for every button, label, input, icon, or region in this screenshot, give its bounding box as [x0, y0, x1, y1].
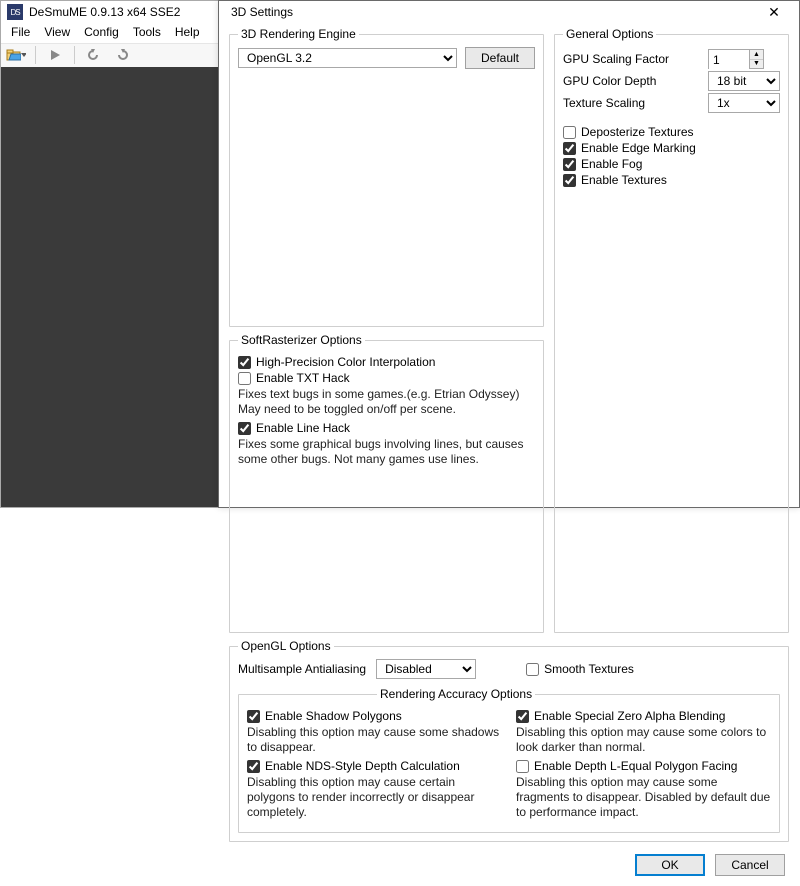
checkbox-textures[interactable]: [563, 174, 576, 187]
legend-accuracy: Rendering Accuracy Options: [377, 687, 535, 701]
menu-help[interactable]: Help: [175, 25, 200, 39]
gpu-color-depth-select[interactable]: 18 bit: [708, 71, 780, 91]
label-texture-scaling: Texture Scaling: [563, 96, 700, 110]
checkbox-fog[interactable]: [563, 158, 576, 171]
close-icon: ✕: [768, 4, 780, 21]
close-button[interactable]: ✕: [757, 1, 791, 23]
checkbox-lequal-depth[interactable]: [516, 760, 529, 773]
legend-soft: SoftRasterizer Options: [238, 333, 365, 347]
checkbox-deposterize[interactable]: [563, 126, 576, 139]
label-smooth-textures: Smooth Textures: [544, 662, 634, 676]
note-shadow-polygons: Disabling this option may cause some sha…: [247, 725, 502, 755]
dropdown-arrow-icon: [21, 48, 26, 62]
label-lequal-depth: Enable Depth L-Equal Polygon Facing: [534, 759, 737, 773]
label-zero-alpha: Enable Special Zero Alpha Blending: [534, 709, 725, 723]
checkbox-high-precision-color[interactable]: [238, 356, 251, 369]
group-opengl: OpenGL Options Multisample Antialiasing …: [229, 639, 789, 842]
label-gpu-scaling: GPU Scaling Factor: [563, 52, 700, 66]
menu-config[interactable]: Config: [84, 25, 119, 39]
label-textures: Enable Textures: [581, 173, 667, 187]
checkbox-line-hack[interactable]: [238, 422, 251, 435]
cancel-button[interactable]: Cancel: [715, 854, 785, 876]
label-txt-hack: Enable TXT Hack: [256, 371, 350, 385]
checkbox-zero-alpha[interactable]: [516, 710, 529, 723]
note-txt-hack: Fixes text bugs in some games.(e.g. Etri…: [238, 387, 535, 417]
engine-default-button[interactable]: Default: [465, 47, 535, 69]
play-button[interactable]: [44, 45, 66, 65]
app-icon: DS: [7, 4, 23, 20]
checkbox-nds-depth[interactable]: [247, 760, 260, 773]
spin-up-icon[interactable]: ▲: [750, 50, 763, 60]
dialog-title: 3D Settings: [231, 5, 293, 19]
toolbar-separator: [74, 46, 75, 64]
rotate-right-button[interactable]: [111, 45, 133, 65]
group-softrasterizer: SoftRasterizer Options High-Precision Co…: [229, 333, 544, 633]
open-button[interactable]: [5, 45, 27, 65]
checkbox-txt-hack[interactable]: [238, 372, 251, 385]
rotate-left-icon: [87, 49, 101, 61]
note-lequal-depth: Disabling this option may cause some fra…: [516, 775, 771, 820]
dialog-titlebar: 3D Settings ✕: [219, 1, 799, 23]
legend-engine: 3D Rendering Engine: [238, 27, 359, 41]
checkbox-smooth-textures[interactable]: [526, 663, 539, 676]
note-nds-depth: Disabling this option may cause certain …: [247, 775, 502, 820]
menu-view[interactable]: View: [44, 25, 70, 39]
3d-settings-dialog: 3D Settings ✕ 3D Rendering Engine OpenGL…: [218, 0, 800, 508]
group-rendering-accuracy: Rendering Accuracy Options Enable Shadow…: [238, 687, 780, 833]
label-edge-marking: Enable Edge Marking: [581, 141, 696, 155]
label-shadow-polygons: Enable Shadow Polygons: [265, 709, 402, 723]
msaa-select[interactable]: Disabled: [376, 659, 476, 679]
menu-file[interactable]: File: [11, 25, 30, 39]
checkbox-edge-marking[interactable]: [563, 142, 576, 155]
group-general-options: General Options GPU Scaling Factor ▲ ▼: [554, 27, 789, 633]
note-line-hack: Fixes some graphical bugs involving line…: [238, 437, 535, 467]
main-title: DeSmuME 0.9.13 x64 SSE2: [29, 5, 180, 19]
gpu-scaling-spinner[interactable]: ▲ ▼: [708, 49, 764, 69]
label-fog: Enable Fog: [581, 157, 642, 171]
rotate-right-icon: [115, 49, 129, 61]
label-high-precision-color: High-Precision Color Interpolation: [256, 355, 435, 369]
gpu-scaling-input[interactable]: [709, 50, 749, 70]
group-rendering-engine: 3D Rendering Engine OpenGL 3.2 Default: [229, 27, 544, 327]
folder-open-icon: [6, 48, 21, 62]
toolbar-separator: [35, 46, 36, 64]
spin-down-icon[interactable]: ▼: [750, 60, 763, 69]
checkbox-shadow-polygons[interactable]: [247, 710, 260, 723]
label-gpu-color-depth: GPU Color Depth: [563, 74, 700, 88]
legend-general: General Options: [563, 27, 656, 41]
play-icon: [49, 49, 61, 61]
label-line-hack: Enable Line Hack: [256, 421, 350, 435]
texture-scaling-select[interactable]: 1x: [708, 93, 780, 113]
menu-tools[interactable]: Tools: [133, 25, 161, 39]
dialog-button-row: OK Cancel: [219, 848, 799, 886]
label-deposterize: Deposterize Textures: [581, 125, 694, 139]
label-msaa: Multisample Antialiasing: [238, 662, 366, 676]
legend-opengl: OpenGL Options: [238, 639, 334, 653]
engine-select[interactable]: OpenGL 3.2: [238, 48, 457, 68]
label-nds-depth: Enable NDS-Style Depth Calculation: [265, 759, 460, 773]
note-zero-alpha: Disabling this option may cause some col…: [516, 725, 771, 755]
rotate-left-button[interactable]: [83, 45, 105, 65]
ok-button[interactable]: OK: [635, 854, 705, 876]
